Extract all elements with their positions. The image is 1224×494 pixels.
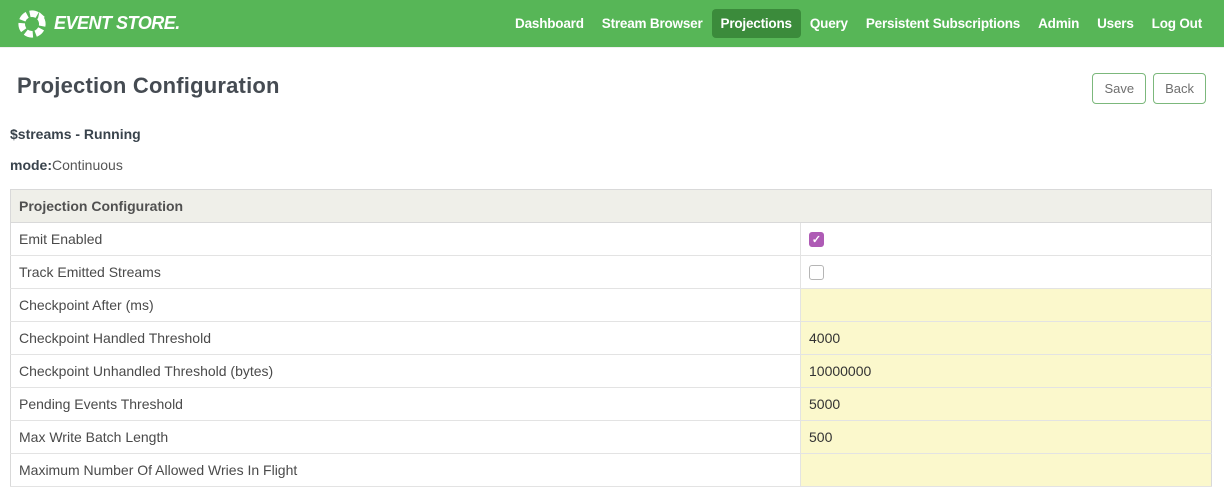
table-row: Emit Enabled: [11, 223, 1212, 256]
row-label-emit-enabled: Emit Enabled: [11, 223, 801, 256]
page-title: Projection Configuration: [17, 73, 1206, 99]
table-header: Projection Configuration: [11, 190, 1212, 223]
table-row: Max Write Batch Length: [11, 421, 1212, 454]
row-label-max-write-batch-length: Max Write Batch Length: [11, 421, 801, 454]
max-write-batch-length-input[interactable]: [801, 421, 1211, 453]
checkpoint-handled-threshold-input[interactable]: [801, 322, 1211, 354]
table-row: Maximum Number Of Allowed Wries In Fligh…: [11, 454, 1212, 487]
event-store-logo[interactable]: EVENT STORE.: [17, 9, 180, 39]
back-button[interactable]: Back: [1153, 73, 1206, 104]
nav-item-dashboard[interactable]: Dashboard: [506, 9, 593, 38]
nav-item-projections[interactable]: Projections: [712, 9, 801, 38]
projection-status: $streams - Running: [10, 126, 1214, 142]
emit-enabled-checkbox[interactable]: [809, 232, 824, 247]
row-label-checkpoint-unhandled-threshold: Checkpoint Unhandled Threshold (bytes): [11, 355, 801, 388]
table-row: Checkpoint Unhandled Threshold (bytes): [11, 355, 1212, 388]
checkpoint-after-input[interactable]: [801, 289, 1211, 321]
row-label-checkpoint-after: Checkpoint After (ms): [11, 289, 801, 322]
table-header-row: Projection Configuration: [11, 190, 1212, 223]
row-label-checkpoint-handled-threshold: Checkpoint Handled Threshold: [11, 322, 801, 355]
track-emitted-streams-checkbox[interactable]: [809, 265, 824, 280]
nav-item-stream-browser[interactable]: Stream Browser: [593, 9, 712, 38]
checkpoint-unhandled-threshold-input[interactable]: [801, 355, 1211, 387]
table-row: Track Emitted Streams: [11, 256, 1212, 289]
nav-item-admin[interactable]: Admin: [1029, 9, 1088, 38]
projection-mode: mode:Continuous: [10, 157, 1214, 173]
main-nav: Dashboard Stream Browser Projections Que…: [506, 9, 1211, 38]
row-label-max-allowed-writes-in-flight: Maximum Number Of Allowed Wries In Fligh…: [11, 454, 801, 487]
table-row: Checkpoint Handled Threshold: [11, 322, 1212, 355]
nav-item-persistent-subscriptions[interactable]: Persistent Subscriptions: [857, 9, 1029, 38]
save-button[interactable]: Save: [1092, 73, 1146, 104]
header-buttons: Save Back: [1092, 73, 1206, 104]
event-store-logo-icon: [17, 9, 47, 39]
row-label-pending-events-threshold: Pending Events Threshold: [11, 388, 801, 421]
page-header: Projection Configuration Save Back: [0, 47, 1224, 99]
row-label-track-emitted-streams: Track Emitted Streams: [11, 256, 801, 289]
table-row: Checkpoint After (ms): [11, 289, 1212, 322]
top-navbar: EVENT STORE. Dashboard Stream Browser Pr…: [0, 0, 1224, 47]
pending-events-threshold-input[interactable]: [801, 388, 1211, 420]
nav-item-log-out[interactable]: Log Out: [1143, 9, 1211, 38]
nav-item-query[interactable]: Query: [801, 9, 857, 38]
mode-value: Continuous: [52, 157, 123, 173]
brand-name: EVENT STORE.: [54, 13, 180, 34]
projection-configuration-table: Projection Configuration Emit Enabled Tr…: [10, 189, 1212, 487]
max-allowed-writes-in-flight-input[interactable]: [801, 454, 1211, 486]
table-row: Pending Events Threshold: [11, 388, 1212, 421]
mode-label: mode:: [10, 157, 52, 173]
nav-item-users[interactable]: Users: [1088, 9, 1143, 38]
